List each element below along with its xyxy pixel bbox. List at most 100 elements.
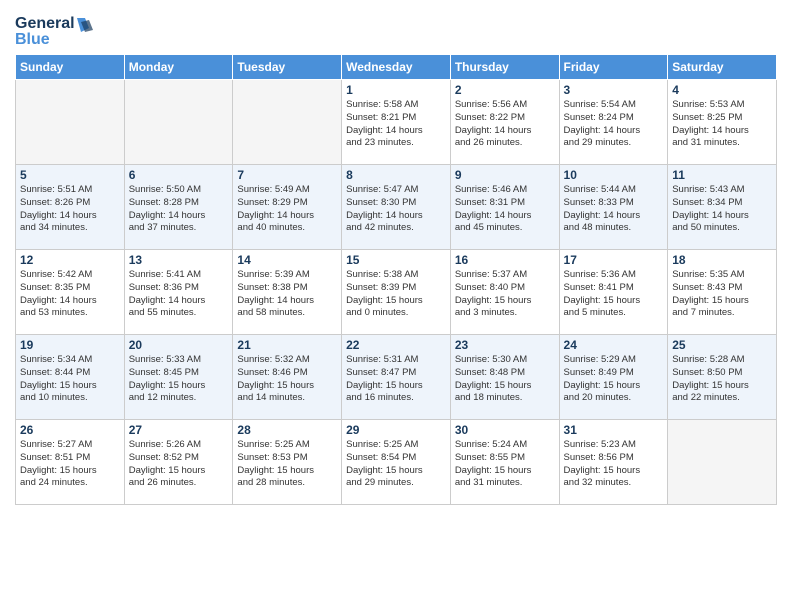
calendar-cell: 16 Sunrise: 5:37 AM Sunset: 8:40 PM Dayli… [450,250,559,335]
day-number: 28 [237,423,337,437]
calendar-cell: 31 Sunrise: 5:23 AM Sunset: 8:56 PM Dayli… [559,420,668,505]
day-info: Sunrise: 5:58 AM Sunset: 8:21 PM Dayligh… [346,99,446,150]
calendar-table: SundayMondayTuesdayWednesdayThursdayFrid… [15,54,777,505]
calendar-cell: 13 Sunrise: 5:41 AM Sunset: 8:36 PM Dayli… [124,250,233,335]
day-number: 31 [564,423,664,437]
day-number: 7 [237,168,337,182]
calendar-cell: 11 Sunrise: 5:43 AM Sunset: 8:34 PM Dayli… [668,165,777,250]
calendar-cell: 21 Sunrise: 5:32 AM Sunset: 8:46 PM Dayli… [233,335,342,420]
weekday-header: Friday [559,55,668,80]
calendar-cell: 19 Sunrise: 5:34 AM Sunset: 8:44 PM Dayli… [16,335,125,420]
calendar-cell [16,80,125,165]
svg-text:General: General [15,15,75,32]
calendar-cell: 18 Sunrise: 5:35 AM Sunset: 8:43 PM Dayli… [668,250,777,335]
day-info: Sunrise: 5:56 AM Sunset: 8:22 PM Dayligh… [455,99,555,150]
weekday-header: Saturday [668,55,777,80]
day-info: Sunrise: 5:25 AM Sunset: 8:54 PM Dayligh… [346,439,446,490]
day-info: Sunrise: 5:30 AM Sunset: 8:48 PM Dayligh… [455,354,555,405]
weekday-header: Tuesday [233,55,342,80]
calendar-cell: 15 Sunrise: 5:38 AM Sunset: 8:39 PM Dayli… [342,250,451,335]
calendar-week-row: 19 Sunrise: 5:34 AM Sunset: 8:44 PM Dayli… [16,335,777,420]
logo-svg: General Blue [15,10,95,48]
day-info: Sunrise: 5:53 AM Sunset: 8:25 PM Dayligh… [672,99,772,150]
day-info: Sunrise: 5:49 AM Sunset: 8:29 PM Dayligh… [237,184,337,235]
calendar-cell: 26 Sunrise: 5:27 AM Sunset: 8:51 PM Dayli… [16,420,125,505]
day-info: Sunrise: 5:54 AM Sunset: 8:24 PM Dayligh… [564,99,664,150]
day-number: 4 [672,83,772,97]
calendar-cell: 28 Sunrise: 5:25 AM Sunset: 8:53 PM Dayli… [233,420,342,505]
weekday-header: Thursday [450,55,559,80]
day-number: 3 [564,83,664,97]
day-info: Sunrise: 5:38 AM Sunset: 8:39 PM Dayligh… [346,269,446,320]
day-number: 11 [672,168,772,182]
calendar-week-row: 12Sunrise: 5:42 AM Sunset: 8:35 PM Dayli… [16,250,777,335]
day-info: Sunrise: 5:41 AM Sunset: 8:36 PM Dayligh… [129,269,229,320]
calendar-cell: 20Sunrise: 5:33 AM Sunset: 8:45 PM Dayli… [124,335,233,420]
day-info: Sunrise: 5:24 AM Sunset: 8:55 PM Dayligh… [455,439,555,490]
calendar-cell: 5Sunrise: 5:51 AM Sunset: 8:26 PM Daylig… [16,165,125,250]
weekday-header-row: SundayMondayTuesdayWednesdayThursdayFrid… [16,55,777,80]
day-number: 30 [455,423,555,437]
calendar-cell: 29Sunrise: 5:25 AM Sunset: 8:54 PM Dayli… [342,420,451,505]
day-number: 13 [129,253,229,267]
calendar-cell: 1 Sunrise: 5:58 AM Sunset: 8:21 PM Daylig… [342,80,451,165]
calendar-page: General Blue SundayMondayTuesdayWednesda… [0,0,792,520]
calendar-cell: 4 Sunrise: 5:53 AM Sunset: 8:25 PM Daylig… [668,80,777,165]
day-info: Sunrise: 5:37 AM Sunset: 8:40 PM Dayligh… [455,269,555,320]
calendar-cell [124,80,233,165]
day-info: Sunrise: 5:27 AM Sunset: 8:51 PM Dayligh… [20,439,120,490]
day-number: 23 [455,338,555,352]
weekday-header: Sunday [16,55,125,80]
day-info: Sunrise: 5:23 AM Sunset: 8:56 PM Dayligh… [564,439,664,490]
day-number: 17 [564,253,664,267]
day-number: 15 [346,253,446,267]
calendar-cell: 14 Sunrise: 5:39 AM Sunset: 8:38 PM Dayli… [233,250,342,335]
day-number: 19 [20,338,120,352]
day-info: Sunrise: 5:50 AM Sunset: 8:28 PM Dayligh… [129,184,229,235]
day-number: 8 [346,168,446,182]
day-info: Sunrise: 5:26 AM Sunset: 8:52 PM Dayligh… [129,439,229,490]
day-info: Sunrise: 5:43 AM Sunset: 8:34 PM Dayligh… [672,184,772,235]
day-number: 21 [237,338,337,352]
calendar-cell: 12Sunrise: 5:42 AM Sunset: 8:35 PM Dayli… [16,250,125,335]
calendar-cell [233,80,342,165]
day-number: 24 [564,338,664,352]
day-info: Sunrise: 5:33 AM Sunset: 8:45 PM Dayligh… [129,354,229,405]
day-number: 10 [564,168,664,182]
day-number: 16 [455,253,555,267]
calendar-week-row: 26 Sunrise: 5:27 AM Sunset: 8:51 PM Dayli… [16,420,777,505]
calendar-cell: 6 Sunrise: 5:50 AM Sunset: 8:28 PM Daylig… [124,165,233,250]
day-number: 6 [129,168,229,182]
day-number: 9 [455,168,555,182]
calendar-week-row: 5Sunrise: 5:51 AM Sunset: 8:26 PM Daylig… [16,165,777,250]
logo: General Blue [15,10,95,48]
weekday-header: Wednesday [342,55,451,80]
day-number: 12 [20,253,120,267]
day-number: 1 [346,83,446,97]
day-info: Sunrise: 5:28 AM Sunset: 8:50 PM Dayligh… [672,354,772,405]
day-number: 14 [237,253,337,267]
calendar-cell: 30 Sunrise: 5:24 AM Sunset: 8:55 PM Dayli… [450,420,559,505]
calendar-cell [668,420,777,505]
calendar-cell: 27Sunrise: 5:26 AM Sunset: 8:52 PM Dayli… [124,420,233,505]
day-info: Sunrise: 5:47 AM Sunset: 8:30 PM Dayligh… [346,184,446,235]
calendar-cell: 9 Sunrise: 5:46 AM Sunset: 8:31 PM Daylig… [450,165,559,250]
day-number: 25 [672,338,772,352]
day-info: Sunrise: 5:46 AM Sunset: 8:31 PM Dayligh… [455,184,555,235]
calendar-cell: 8 Sunrise: 5:47 AM Sunset: 8:30 PM Daylig… [342,165,451,250]
day-info: Sunrise: 5:29 AM Sunset: 8:49 PM Dayligh… [564,354,664,405]
day-info: Sunrise: 5:25 AM Sunset: 8:53 PM Dayligh… [237,439,337,490]
calendar-cell: 22Sunrise: 5:31 AM Sunset: 8:47 PM Dayli… [342,335,451,420]
calendar-cell: 2Sunrise: 5:56 AM Sunset: 8:22 PM Daylig… [450,80,559,165]
calendar-cell: 25 Sunrise: 5:28 AM Sunset: 8:50 PM Dayli… [668,335,777,420]
day-number: 26 [20,423,120,437]
header: General Blue [15,10,777,48]
day-info: Sunrise: 5:32 AM Sunset: 8:46 PM Dayligh… [237,354,337,405]
day-number: 18 [672,253,772,267]
day-info: Sunrise: 5:51 AM Sunset: 8:26 PM Dayligh… [20,184,120,235]
calendar-cell: 3 Sunrise: 5:54 AM Sunset: 8:24 PM Daylig… [559,80,668,165]
day-info: Sunrise: 5:34 AM Sunset: 8:44 PM Dayligh… [20,354,120,405]
day-info: Sunrise: 5:35 AM Sunset: 8:43 PM Dayligh… [672,269,772,320]
day-info: Sunrise: 5:44 AM Sunset: 8:33 PM Dayligh… [564,184,664,235]
day-info: Sunrise: 5:39 AM Sunset: 8:38 PM Dayligh… [237,269,337,320]
